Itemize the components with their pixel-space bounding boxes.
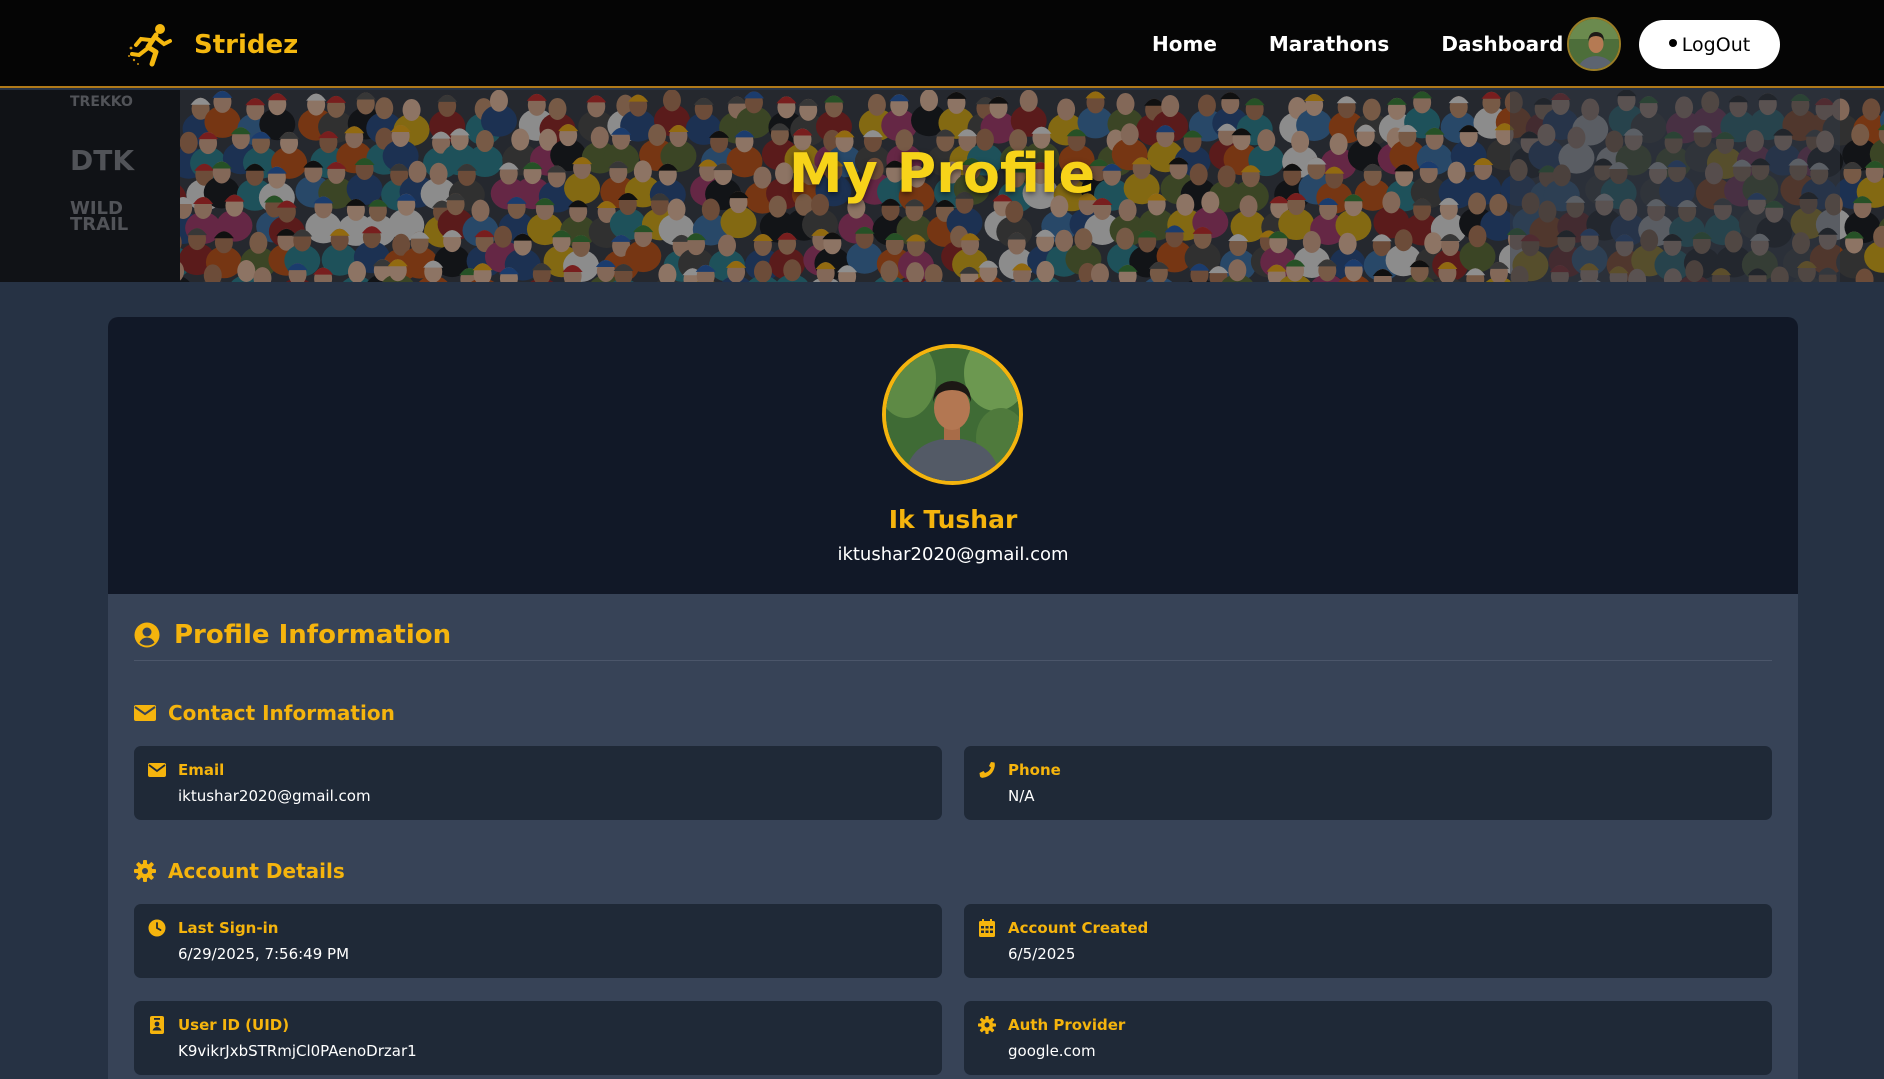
uid-value: K9vikrJxbSTRmjCl0PAenoDrzar1 [178,1042,417,1060]
phone-field[interactable]: Phone N/A [964,746,1772,820]
account-created-field[interactable]: Account Created 6/5/2025 [964,904,1772,978]
section-title: Profile Information [174,620,452,650]
calendar-icon [977,918,997,938]
nav-link-home[interactable]: Home [1152,32,1217,56]
account-details-heading: Account Details [134,859,345,883]
profile-header: Ik Tushar iktushar2020@gmail.com [108,317,1798,594]
uid-field[interactable]: User ID (UID) K9vikrJxbSTRmjCl0PAenoDrza… [134,1001,942,1075]
envelope-icon [147,760,167,780]
phone-icon [977,760,997,780]
profile-email: iktushar2020@gmail.com [837,544,1069,565]
account-created-value: 6/5/2025 [1008,945,1076,963]
envelope-icon [134,705,156,721]
brand[interactable]: Stridez [126,22,298,68]
gear-icon [134,860,156,882]
navbar: Stridez Home Marathons Dashboard LogOut [0,0,1884,88]
user-avatar[interactable] [1567,17,1621,71]
logout-button[interactable]: LogOut [1639,20,1780,69]
id-badge-icon [147,1015,167,1035]
running-man-icon [128,24,172,67]
nav-link-dashboard[interactable]: Dashboard [1441,32,1563,56]
page-title: My Profile [788,142,1096,205]
contact-information-heading: Contact Information [134,701,395,725]
uid-label: User ID (UID) [178,1016,290,1034]
nav-links: Home Marathons Dashboard [1152,0,1563,88]
clock-icon [147,918,167,938]
logout-label: LogOut [1681,33,1751,56]
phone-label: Phone [1008,761,1061,779]
nav-link-marathons[interactable]: Marathons [1269,32,1389,56]
divider [134,660,1772,661]
profile-avatar [882,344,1023,485]
gear-icon [977,1015,997,1035]
hero-banner: TREKKO DTK WILD TRAIL My Profile [0,90,1884,282]
profile-information-heading: Profile Information [134,620,451,650]
auth-provider-label: Auth Provider [1008,1016,1126,1034]
email-label: Email [178,761,225,779]
user-circle-icon [134,622,160,648]
auth-provider-field[interactable]: Auth Provider google.com [964,1001,1772,1075]
last-signin-label: Last Sign-in [178,919,279,937]
auth-provider-value: google.com [1008,1042,1096,1060]
profile-name: Ik Tushar [888,505,1018,534]
account-created-label: Account Created [1008,919,1149,937]
profile-photo [886,348,1019,481]
last-signin-value: 6/29/2025, 7:56:49 PM [178,945,350,963]
avatar-image [1569,19,1619,69]
brand-name: Stridez [194,30,299,60]
phone-value: N/A [1008,787,1035,805]
email-field[interactable]: Email iktushar2020@gmail.com [134,746,942,820]
logout-dot-icon [1668,38,1677,47]
account-title: Account Details [168,859,345,883]
last-signin-field[interactable]: Last Sign-in 6/29/2025, 7:56:49 PM [134,904,942,978]
profile-card: Ik Tushar iktushar2020@gmail.com Profile… [108,317,1798,1079]
email-value: iktushar2020@gmail.com [178,787,371,805]
contact-title: Contact Information [168,701,395,725]
